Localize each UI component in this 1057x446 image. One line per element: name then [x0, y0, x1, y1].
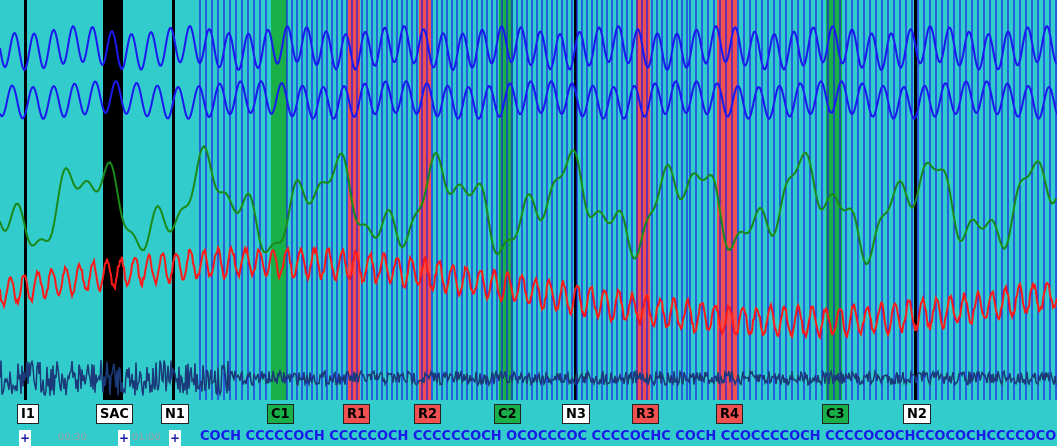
band-r3[interactable]	[636, 0, 650, 400]
marker-r1[interactable]: R1	[343, 404, 371, 424]
marker-c1[interactable]: C1	[267, 404, 294, 424]
marker-n3[interactable]: N3	[562, 404, 590, 424]
trace-channel-4[interactable]	[0, 244, 1057, 341]
marker-c2[interactable]: C2	[494, 404, 521, 424]
add-marker-button-1[interactable]: +	[19, 430, 31, 446]
marker-i1[interactable]: I1	[17, 404, 39, 424]
add-marker-button-3[interactable]: +	[169, 430, 181, 446]
event-line-2[interactable]	[172, 0, 175, 400]
marker-n2[interactable]: N2	[903, 404, 931, 424]
stimulation-lines	[199, 0, 1057, 400]
band-r2[interactable]	[419, 0, 431, 400]
band-c2[interactable]	[499, 0, 513, 400]
marker-r3[interactable]: R3	[632, 404, 660, 424]
trace-channel-1[interactable]	[0, 24, 1057, 72]
trace-channel-2[interactable]	[0, 79, 1057, 120]
trace-channel-3[interactable]	[0, 144, 1057, 266]
trace-channel-5[interactable]	[0, 359, 1057, 398]
signal-viewer[interactable]: COCH CCCCCOCH CCCCCOCH CCCCCCOCH OCOCCCO…	[0, 0, 1057, 446]
time-label: 01:00	[132, 432, 161, 443]
marker-n1[interactable]: N1	[161, 404, 189, 424]
marker-r4[interactable]: R4	[716, 404, 744, 424]
trace-panel[interactable]	[0, 0, 1057, 400]
time-label: 00:30	[58, 432, 87, 443]
marker-c3[interactable]: C3	[822, 404, 849, 424]
marker-r2[interactable]: R2	[414, 404, 442, 424]
band-sac[interactable]	[103, 0, 123, 400]
event-line-1[interactable]	[24, 0, 27, 400]
add-marker-button-2[interactable]: +	[118, 430, 130, 446]
event-code-row: COCH CCCCCOCH CCCCCOCH CCCCCCOCH OCOCCCO…	[200, 429, 1057, 444]
marker-sac[interactable]: SAC	[96, 404, 133, 424]
